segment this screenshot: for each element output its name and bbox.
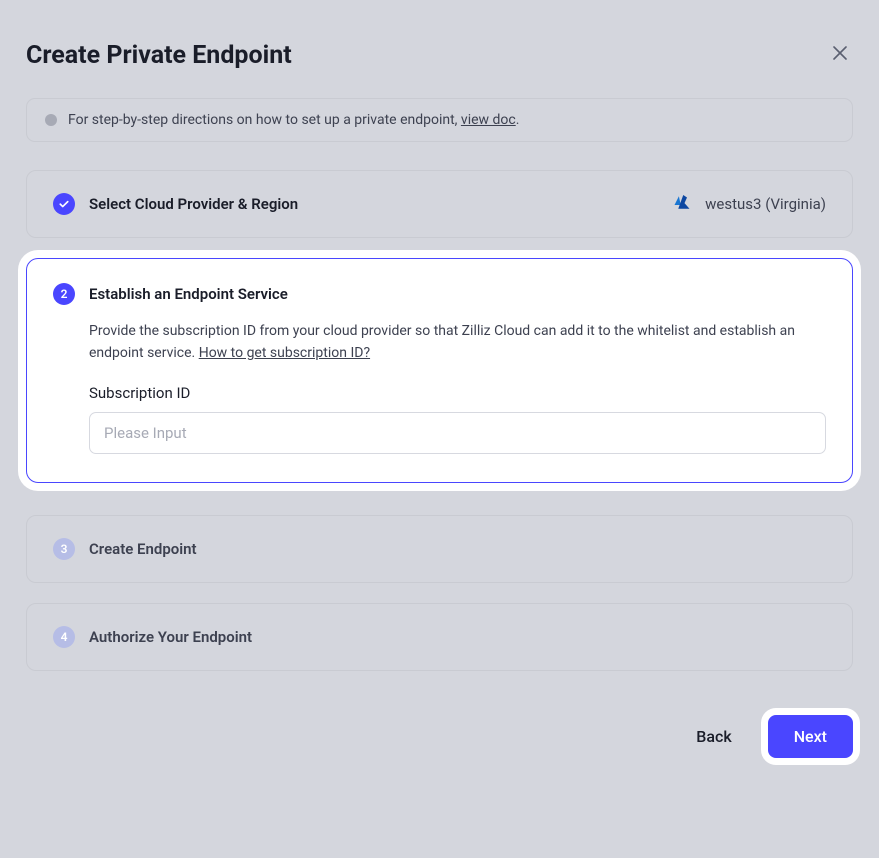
step-2-card: 2 Establish an Endpoint Service Provide …: [26, 258, 853, 483]
step-2-title: Establish an Endpoint Service: [89, 285, 288, 303]
step-3-title: Create Endpoint: [89, 540, 197, 558]
step-2-number: 2: [53, 283, 75, 305]
step-4-number: 4: [53, 626, 75, 648]
back-button[interactable]: Back: [688, 717, 739, 756]
selected-region: westus3 (Virginia): [672, 195, 826, 213]
view-doc-link[interactable]: view doc: [461, 112, 516, 128]
modal-title: Create Private Endpoint: [26, 41, 292, 70]
how-to-get-subscription-id-link[interactable]: How to get subscription ID?: [199, 345, 370, 361]
step-3-card: 3 Create Endpoint: [26, 515, 853, 583]
info-banner: For step-by-step directions on how to se…: [26, 98, 853, 142]
step-2-description: Provide the subscription ID from your cl…: [89, 321, 826, 364]
close-icon[interactable]: [827, 40, 853, 70]
check-icon: [53, 193, 75, 215]
step-4-card: 4 Authorize Your Endpoint: [26, 603, 853, 671]
step-4-title: Authorize Your Endpoint: [89, 628, 252, 646]
subscription-id-input[interactable]: [89, 412, 826, 454]
step-1-card[interactable]: Select Cloud Provider & Region westus3 (…: [26, 170, 853, 238]
subscription-id-label: Subscription ID: [89, 384, 826, 402]
info-icon: [45, 114, 57, 126]
region-label: westus3 (Virginia): [705, 195, 826, 213]
step-3-number: 3: [53, 538, 75, 560]
step-1-title: Select Cloud Provider & Region: [89, 195, 298, 213]
create-private-endpoint-modal: Create Private Endpoint For step-by-step…: [8, 8, 871, 788]
next-button[interactable]: Next: [768, 715, 853, 758]
azure-icon: [672, 195, 692, 213]
modal-header: Create Private Endpoint: [8, 28, 871, 98]
modal-footer: Back Next: [8, 691, 871, 758]
info-text: For step-by-step directions on how to se…: [68, 112, 519, 128]
